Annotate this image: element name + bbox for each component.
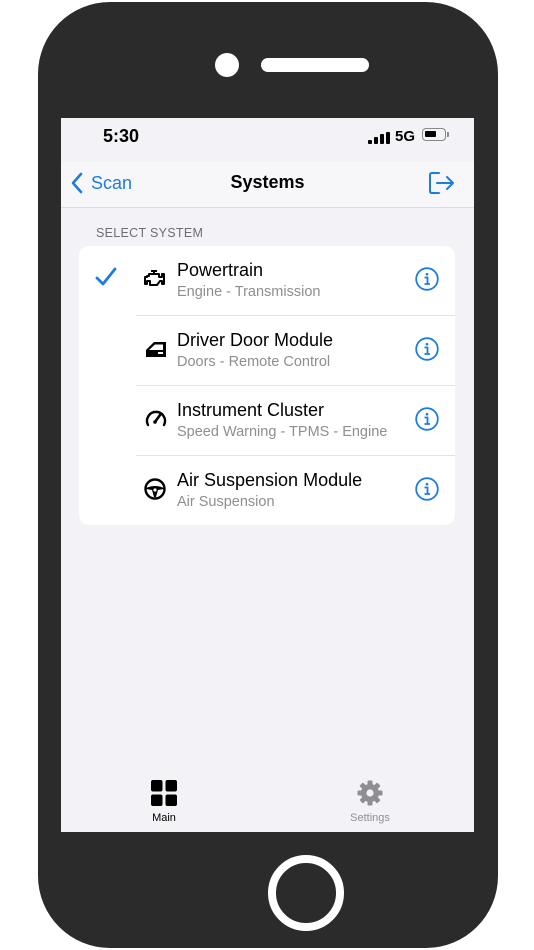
info-icon[interactable] (415, 267, 439, 291)
system-row-instrument-cluster[interactable]: Instrument Cluster Speed Warning - TPMS … (79, 386, 455, 456)
tab-label: Main (152, 812, 176, 824)
page-title: Systems (230, 172, 305, 192)
systems-list: Powertrain Engine - Transmission Driver … (79, 246, 455, 525)
grid-icon (151, 780, 177, 806)
logout-icon[interactable] (428, 170, 456, 196)
tab-settings[interactable]: Settings (315, 778, 425, 828)
engine-icon (144, 270, 165, 286)
system-title: Powertrain (177, 260, 264, 280)
system-subtitle: Speed Warning - TPMS - Engine (177, 424, 388, 440)
steering-wheel-icon (144, 478, 166, 500)
section-header: SELECT SYSTEM (96, 226, 204, 240)
system-subtitle: Air Suspension (177, 494, 275, 510)
info-icon[interactable] (415, 477, 439, 501)
system-row-driver-door[interactable]: Driver Door Module Doors - Remote Contro… (79, 316, 455, 386)
screen: 5:30 5G Scan Systems SELECT SYSTEM Power… (61, 118, 474, 832)
signal-icon (368, 132, 390, 144)
tab-label: Settings (350, 812, 390, 824)
system-title: Instrument Cluster (177, 400, 325, 420)
battery-tip (447, 132, 449, 137)
gear-icon (357, 780, 383, 806)
battery-icon (422, 128, 446, 141)
navigation-bar: Scan Systems (61, 162, 474, 208)
home-button[interactable] (268, 855, 344, 931)
speedometer-icon (145, 410, 167, 427)
status-time: 5:30 (103, 126, 140, 146)
earpiece-speaker (261, 58, 369, 72)
system-subtitle: Engine - Transmission (177, 284, 321, 300)
checkmark-icon (95, 267, 117, 286)
system-title: Driver Door Module (177, 330, 334, 350)
info-icon[interactable] (415, 407, 439, 431)
network-type: 5G (395, 128, 416, 145)
system-row-powertrain[interactable]: Powertrain Engine - Transmission (79, 246, 455, 316)
info-icon[interactable] (415, 337, 439, 361)
system-row-air-suspension[interactable]: Air Suspension Module Air Suspension (79, 456, 455, 525)
tab-main[interactable]: Main (109, 778, 219, 828)
front-camera (215, 53, 239, 77)
system-subtitle: Doors - Remote Control (177, 354, 331, 370)
car-door-icon (146, 342, 166, 357)
system-title: Air Suspension Module (177, 470, 363, 490)
